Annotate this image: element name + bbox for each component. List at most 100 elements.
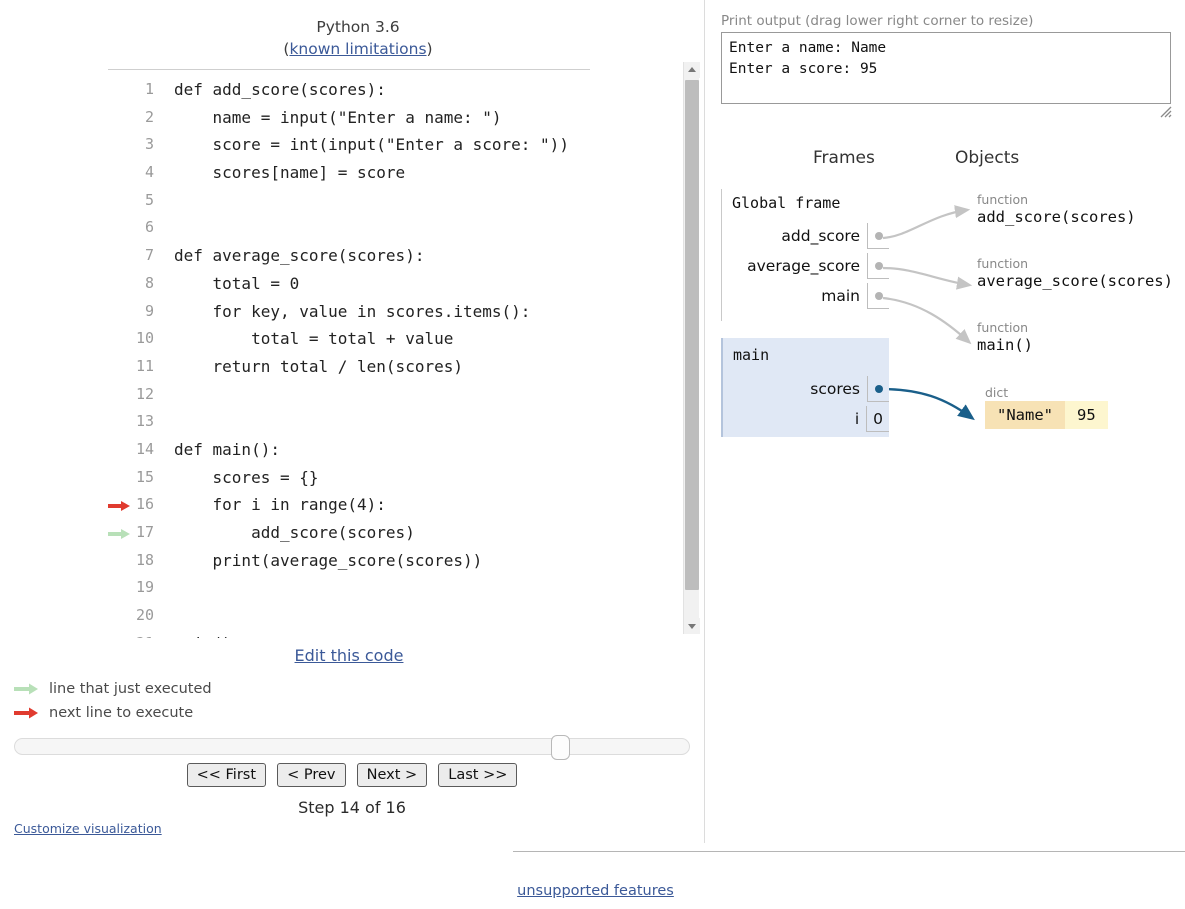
var-value-cell: 0 xyxy=(866,406,889,432)
code-line[interactable]: 14 def main(): xyxy=(108,436,686,464)
var-label: scores xyxy=(810,380,860,398)
scroll-up-arrow-icon[interactable] xyxy=(684,62,700,78)
step-controls: << First < Prev Next > Last >> xyxy=(14,763,690,787)
code-line-text: score = int(input("Enter a score: ")) xyxy=(174,135,569,155)
scrollbar-thumb[interactable] xyxy=(685,80,699,590)
code-line-number: 16 xyxy=(135,495,154,514)
var-label: i xyxy=(854,410,860,428)
main-var-i: i 0 xyxy=(855,406,889,432)
customize-visualization-link[interactable]: Customize visualization xyxy=(14,821,162,836)
code-line[interactable]: 1 def add_score(scores): xyxy=(108,76,686,104)
code-line-text: scores = {} xyxy=(174,467,319,487)
code-line[interactable]: 5 xyxy=(108,187,686,215)
code-pane: Python 3.6 (known limitations) 1 def add_… xyxy=(0,0,705,909)
green-arrow-icon xyxy=(14,683,38,695)
code-line[interactable]: 15 scores = {} xyxy=(108,464,686,492)
print-output-label: Print output (drag lower right corner to… xyxy=(721,13,1034,29)
dict-key-cell: "Name" xyxy=(985,401,1065,429)
code-line-number: 19 xyxy=(135,578,154,597)
pointer-dot-icon xyxy=(874,261,883,270)
objects-column-title: Objects xyxy=(955,148,1020,168)
pointer-dot-icon xyxy=(874,384,883,393)
legend-label-executed: line that just executed xyxy=(49,681,212,697)
code-line-number: 4 xyxy=(144,163,154,182)
object-type-label: function xyxy=(977,192,1029,207)
code-line-text: total = total + value xyxy=(174,329,454,349)
code-line[interactable]: 10 total = total + value xyxy=(108,325,686,353)
reference-arrows xyxy=(880,205,975,421)
scroll-down-arrow-icon[interactable] xyxy=(684,618,700,634)
python-version-label: Python 3.6 xyxy=(316,18,400,36)
global-frame-label: Global frame xyxy=(732,194,841,212)
dict-table: "Name" 95 xyxy=(985,401,1108,429)
object-value-label: add_score(scores) xyxy=(977,208,1136,226)
code-line[interactable]: 7 def average_score(scores): xyxy=(108,242,686,270)
code-line[interactable]: 13 xyxy=(108,408,686,436)
code-header-divider xyxy=(108,69,590,70)
code-line[interactable]: 8 total = 0 xyxy=(108,270,686,298)
code-line[interactable]: 19 xyxy=(108,574,686,602)
main-frame: main scores i 0 xyxy=(721,338,889,437)
code-line[interactable]: 20 xyxy=(108,602,686,630)
code-line-number: 5 xyxy=(144,190,154,209)
code-line[interactable]: 9 for key, value in scores.items(): xyxy=(108,298,686,326)
object-value-label: average_score(scores) xyxy=(977,272,1173,290)
next-button[interactable]: Next > xyxy=(356,763,428,787)
code-line-number: 6 xyxy=(144,218,154,237)
code-line[interactable]: 6 xyxy=(108,214,686,242)
code-line[interactable]: 21 main() xyxy=(108,630,686,638)
var-pointer-cell xyxy=(867,223,889,249)
legend-row-next: next line to execute xyxy=(14,701,212,725)
pointer-dot-icon xyxy=(874,291,883,300)
code-line[interactable]: 4 scores[name] = score xyxy=(108,159,686,187)
code-line-number: 3 xyxy=(144,135,154,154)
prev-button[interactable]: < Prev xyxy=(277,763,346,787)
code-line-text: def add_score(scores): xyxy=(174,80,386,99)
code-line-number: 13 xyxy=(135,412,154,431)
execution-slider[interactable] xyxy=(14,735,690,760)
code-line[interactable]: 3 score = int(input("Enter a score: ")) xyxy=(108,131,686,159)
visualization-pane: Print output (drag lower right corner to… xyxy=(705,0,1185,909)
resize-grip-icon[interactable] xyxy=(1160,106,1172,118)
legend-label-next: next line to execute xyxy=(49,705,194,721)
customize-link-wrap: Customize visualization xyxy=(14,818,162,837)
code-line[interactable]: 18 print(average_score(scores)) xyxy=(108,547,686,575)
code-line[interactable]: 17 add_score(scores) xyxy=(108,519,686,547)
code-line-text: for key, value in scores.items(): xyxy=(174,301,531,321)
code-line-number: 18 xyxy=(135,550,154,569)
footer-divider xyxy=(513,851,1185,852)
object-function-main: function main() xyxy=(977,320,1033,354)
var-pointer-cell xyxy=(867,283,889,309)
code-line[interactable]: 11 return total / len(scores) xyxy=(108,353,686,381)
slider-handle[interactable] xyxy=(551,735,570,760)
code-line-text: return total / len(scores) xyxy=(174,356,463,376)
object-value-label: main() xyxy=(977,336,1033,354)
code-line-text: add_score(scores) xyxy=(174,523,415,542)
last-button[interactable]: Last >> xyxy=(438,763,518,787)
step-counter: Step 14 of 16 xyxy=(298,798,406,817)
pointer-dot-icon xyxy=(874,231,883,240)
code-listing[interactable]: 1 def add_score(scores): 2 name = input("E… xyxy=(108,76,686,638)
edit-this-code-link[interactable]: Edit this code xyxy=(295,646,404,665)
var-pointer-cell xyxy=(867,376,889,402)
known-limitations-link[interactable]: known limitations xyxy=(289,40,426,58)
code-scrollbar[interactable] xyxy=(683,62,700,634)
paren-close: ) xyxy=(426,40,433,58)
object-type-label: function xyxy=(977,256,1029,271)
code-line-number: 14 xyxy=(135,439,154,458)
code-line-text: total = 0 xyxy=(174,273,300,293)
object-type-label: dict xyxy=(985,385,1009,400)
code-line-number: 20 xyxy=(135,606,154,625)
first-button[interactable]: << First xyxy=(186,763,267,787)
object-dict: dict "Name" 95 xyxy=(985,385,1108,429)
var-value: 0 xyxy=(873,409,883,428)
code-line-number: 10 xyxy=(135,329,154,348)
global-var-add_score: add_score xyxy=(781,223,889,249)
code-line[interactable]: 16 for i in range(4): xyxy=(108,491,686,519)
global-frame: Global frame add_score average_score mai… xyxy=(721,189,889,321)
code-line[interactable]: 2 name = input("Enter a name: ") xyxy=(108,104,686,132)
code-line-number: 11 xyxy=(135,356,154,375)
code-line[interactable]: 12 xyxy=(108,381,686,409)
code-line-text: print(average_score(scores)) xyxy=(174,550,483,570)
unsupported-features-link[interactable]: unsupported features xyxy=(517,883,674,899)
